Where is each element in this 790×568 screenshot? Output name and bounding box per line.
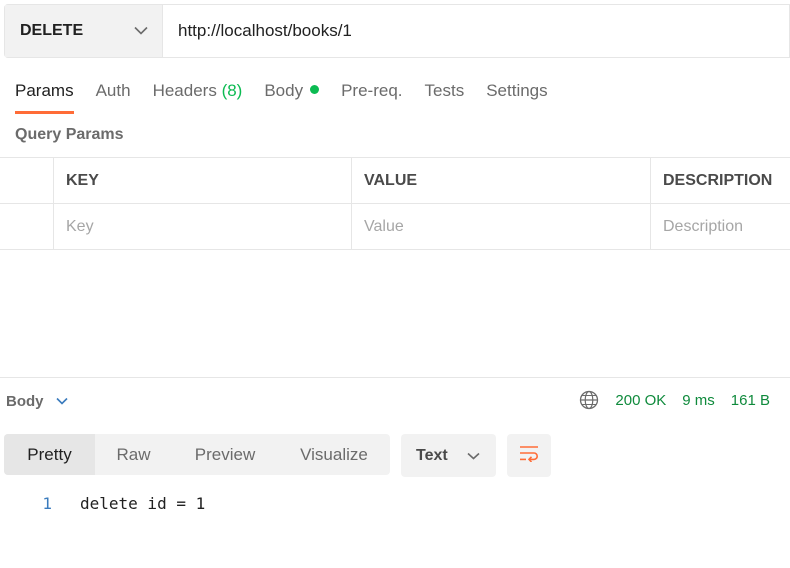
- response-size[interactable]: 161 B: [731, 392, 770, 409]
- tab-label: Headers: [152, 81, 217, 100]
- tab-label: Auth: [95, 81, 131, 100]
- response-divider[interactable]: [0, 377, 790, 378]
- view-toggle: Pretty Raw Preview Visualize: [4, 434, 390, 475]
- format-label: Text: [416, 446, 448, 464]
- description-input[interactable]: Description: [651, 204, 790, 249]
- view-pretty-button[interactable]: Pretty: [4, 434, 95, 475]
- table-row: Key Value Description: [0, 204, 790, 250]
- view-raw-button[interactable]: Raw: [95, 434, 172, 475]
- tab-pre-request[interactable]: Pre-req.: [341, 78, 402, 114]
- tab-settings[interactable]: Settings: [486, 78, 547, 114]
- tab-headers[interactable]: Headers (8): [153, 78, 243, 114]
- globe-icon[interactable]: [579, 390, 599, 410]
- key-input[interactable]: Key: [54, 204, 352, 249]
- method-select[interactable]: DELETE: [5, 5, 163, 57]
- tab-label: Pre-req.: [341, 81, 403, 100]
- url-text: http://localhost/books/1: [178, 21, 352, 40]
- tab-label: Settings: [486, 81, 548, 100]
- code-line: delete id = 1: [80, 494, 206, 513]
- chevron-down-icon: [55, 392, 68, 410]
- column-header-key: KEY: [54, 158, 352, 203]
- response-body-code[interactable]: 1 delete id = 1: [0, 494, 205, 513]
- value-input[interactable]: Value: [352, 204, 651, 249]
- wrap-lines-button[interactable]: [507, 434, 551, 477]
- row-checkbox-cell: [0, 204, 54, 249]
- status-code[interactable]: 200 OK: [615, 392, 666, 409]
- view-visualize-button[interactable]: Visualize: [278, 434, 390, 475]
- line-number: 1: [42, 494, 52, 513]
- view-preview-button[interactable]: Preview: [172, 434, 278, 475]
- chevron-down-icon: [134, 22, 148, 40]
- tab-auth[interactable]: Auth: [96, 78, 131, 114]
- tab-label: Body: [264, 81, 304, 100]
- tab-label: Tests: [424, 81, 465, 100]
- response-time[interactable]: 9 ms: [682, 392, 715, 409]
- chevron-down-icon: [467, 447, 480, 465]
- method-label: DELETE: [20, 22, 84, 39]
- column-header-description: DESCRIPTION: [663, 171, 773, 189]
- table-header-row: KEY VALUE DESCRIPTION: [0, 158, 790, 204]
- tab-params[interactable]: Params: [15, 78, 74, 114]
- query-params-title: Query Params: [15, 126, 124, 143]
- params-table: KEY VALUE DESCRIPTION Key Value Descript…: [0, 157, 790, 250]
- tab-tests[interactable]: Tests: [425, 78, 465, 114]
- request-tabs: Params Auth Headers (8) Body Pre-req. Te…: [15, 78, 570, 114]
- url-input[interactable]: http://localhost/books/1: [163, 5, 789, 57]
- response-body-label: Body: [6, 392, 44, 410]
- wrap-lines-icon: [518, 444, 540, 467]
- headers-count: (8): [221, 81, 243, 100]
- response-meta: 200 OK 9 ms 161 B: [579, 390, 770, 410]
- checkbox-column-header: [0, 158, 54, 203]
- format-dropdown[interactable]: Text: [401, 434, 496, 477]
- green-dot-icon: [310, 85, 320, 94]
- response-body-dropdown[interactable]: Body: [6, 392, 68, 410]
- tab-body[interactable]: Body: [264, 78, 320, 114]
- column-header-value: VALUE: [352, 158, 651, 203]
- request-bar: DELETE http://localhost/books/1: [4, 4, 790, 58]
- tab-label: Params: [15, 81, 74, 100]
